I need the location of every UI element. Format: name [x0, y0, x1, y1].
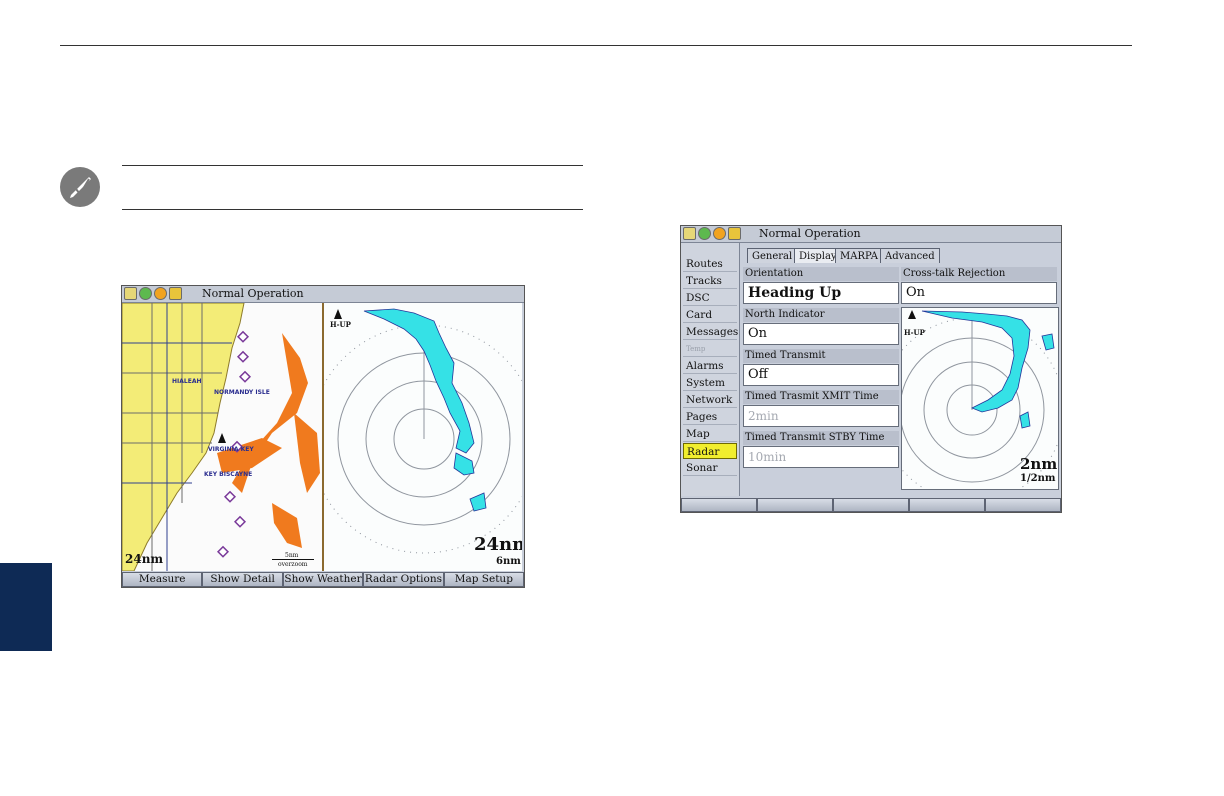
note-icon [58, 165, 102, 209]
softkey-2[interactable] [757, 498, 833, 512]
sidebar-item-tracks[interactable]: Tracks [683, 273, 737, 289]
sun-icon [154, 287, 167, 300]
timed-transmit-label: Timed Transmit [743, 349, 899, 363]
softkey-1[interactable] [681, 498, 757, 512]
show-weather-button[interactable]: Show Weather [282, 572, 364, 587]
place-label-virginia-key: VIRGINIA KEY [208, 446, 254, 453]
place-label-hialeah: HIALEAH [172, 378, 202, 385]
map-pane[interactable]: HIALEAH NORMANDY ISLE VIRGINIA KEY KEY B… [122, 303, 324, 571]
scale-sublabel: overzoom [278, 561, 308, 568]
measure-button[interactable]: Measure [122, 572, 203, 587]
radar-range: 24nm [474, 534, 522, 555]
map-setup-button[interactable]: Map Setup [443, 572, 524, 587]
sidebar-item-messages[interactable]: Messages [683, 324, 738, 340]
radar-options-button[interactable]: Radar Options [363, 572, 444, 587]
signal-icon [728, 227, 741, 240]
top-rule [60, 45, 1132, 46]
sidebar-item-map[interactable]: Map [683, 426, 737, 442]
place-label-normandy: NORMANDY ISLE [214, 389, 270, 396]
globe-icon [698, 227, 711, 240]
softkey-4[interactable] [909, 498, 985, 512]
sidebar-item-temp[interactable]: Temp [683, 341, 737, 357]
radar-ring-distance: 6nm [496, 556, 521, 567]
show-detail-button[interactable]: Show Detail [202, 572, 283, 587]
crosstalk-field[interactable]: On [901, 282, 1057, 304]
scale-label: 5nm [285, 552, 299, 559]
gps-icon [683, 227, 696, 240]
gps-icon [124, 287, 137, 300]
tab-strip: General Display MARPA Advanced [747, 248, 1057, 264]
orientation-label: Orientation [743, 267, 899, 281]
north-indicator-field[interactable]: On [743, 323, 899, 345]
map-radar-screen: Normal Operation HIALEAH NORMANDY ISLE V… [121, 285, 525, 588]
sidebar-item-network[interactable]: Network [683, 392, 737, 408]
screen-title: Normal Operation [759, 227, 861, 240]
radar-range: 2nm [1020, 455, 1058, 473]
softkey-5[interactable] [985, 498, 1061, 512]
status-icons [124, 287, 182, 301]
place-label-key-biscayne: KEY BISCAYNE [204, 471, 253, 478]
radar-ring-distance: 1/2nm [1020, 473, 1056, 484]
softkey-bar [681, 498, 1061, 512]
radar-orientation: H-UP [330, 320, 351, 329]
tab-general[interactable]: General [747, 248, 798, 263]
sidebar: Routes Tracks DSC Card Messages Temp Ala… [681, 243, 740, 496]
scale-bar [272, 559, 314, 560]
orientation-field[interactable]: Heading Up [743, 282, 899, 304]
radar-preview: H-UP 2nm 1/2nm [901, 307, 1059, 490]
title-bar: Normal Operation [681, 226, 1061, 243]
title-bar: Normal Operation [122, 286, 524, 303]
radar-orientation: H-UP [904, 328, 925, 337]
screen-title: Normal Operation [202, 287, 304, 300]
timed-transmit-field[interactable]: Off [743, 364, 899, 386]
softkey-3[interactable] [833, 498, 909, 512]
xmit-time-label: Timed Trasmit XMIT Time [743, 390, 899, 404]
sidebar-item-sonar[interactable]: Sonar [683, 460, 737, 476]
note-top-rule [122, 165, 583, 166]
tab-marpa[interactable]: MARPA [835, 248, 884, 263]
radar-settings-screen: Normal Operation Routes Tracks DSC Card … [680, 225, 1062, 513]
stby-time-field[interactable]: 10min [743, 446, 899, 468]
tab-advanced[interactable]: Advanced [880, 248, 940, 263]
globe-icon [139, 287, 152, 300]
xmit-time-field[interactable]: 2min [743, 405, 899, 427]
sun-icon [713, 227, 726, 240]
sidebar-item-dsc[interactable]: DSC [683, 290, 737, 306]
map-range: 24nm [125, 552, 164, 566]
crosstalk-label: Cross-talk Rejection [901, 267, 1057, 281]
note-bottom-rule [122, 209, 583, 210]
sidebar-item-system[interactable]: System [683, 375, 737, 391]
stby-time-label: Timed Transmit STBY Time [743, 431, 899, 445]
softkey-bar: Measure Show Detail Show Weather Radar O… [122, 572, 524, 587]
sidebar-item-routes[interactable]: Routes [683, 256, 737, 272]
sidebar-item-alarms[interactable]: Alarms [683, 358, 737, 374]
radar-pane[interactable]: H-UP 24nm 6nm [324, 303, 522, 571]
north-indicator-label: North Indicator [743, 308, 899, 322]
status-icons [683, 227, 741, 241]
signal-icon [169, 287, 182, 300]
sidebar-item-card[interactable]: Card [683, 307, 737, 323]
sidebar-item-radar[interactable]: Radar [683, 443, 737, 459]
sidebar-item-pages[interactable]: Pages [683, 409, 737, 425]
page-tab [0, 563, 52, 651]
